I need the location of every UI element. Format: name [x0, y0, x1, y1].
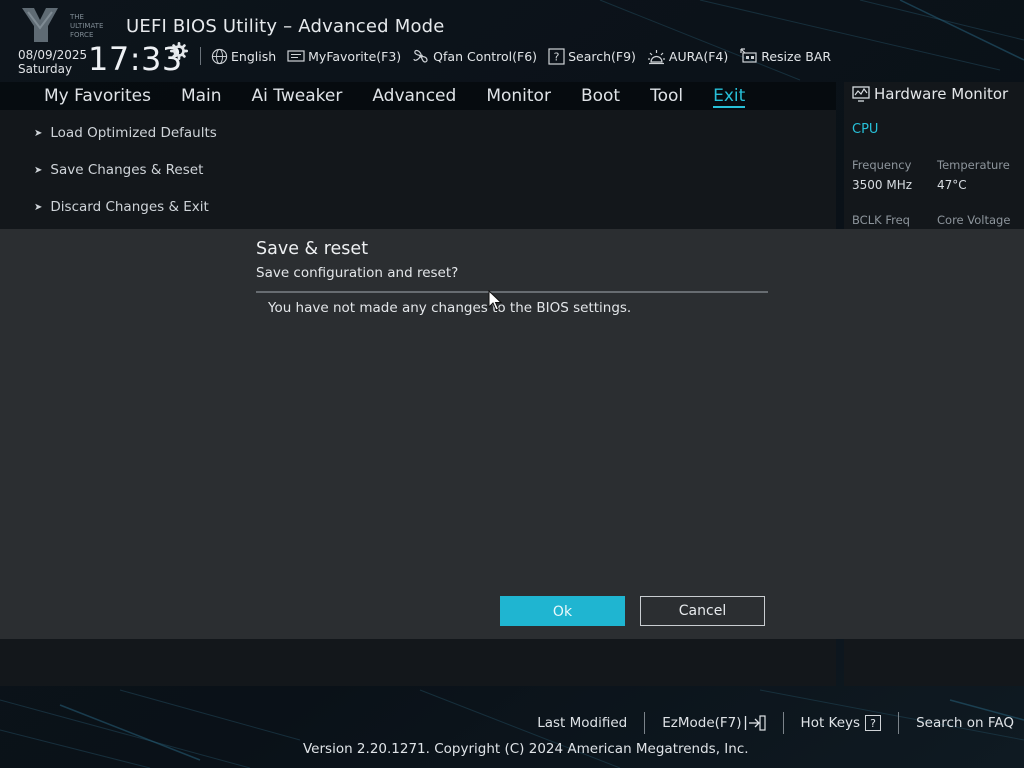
load-optimized-defaults-item[interactable]: ➤ Load Optimized Defaults — [34, 125, 217, 141]
footer-separator — [898, 712, 900, 734]
temperature-value: 47°C — [937, 178, 967, 192]
menu-item-label: Save Changes & Reset — [50, 162, 204, 178]
monitor-icon — [852, 86, 870, 102]
tab-tool[interactable]: Tool — [650, 84, 683, 108]
nav-tabs: My Favorites Main Ai Tweaker Advanced Mo… — [44, 84, 775, 108]
globe-icon — [211, 48, 228, 64]
tab-advanced[interactable]: Advanced — [372, 84, 456, 108]
dialog-message: You have not made any changes to the BIO… — [268, 300, 632, 316]
search-button[interactable]: ? Search(F9) — [548, 47, 636, 65]
tab-exit[interactable]: Exit — [713, 84, 746, 108]
discard-changes-exit-item[interactable]: ➤ Discard Changes & Exit — [34, 199, 209, 215]
tab-ai-tweaker[interactable]: Ai Tweaker — [252, 84, 343, 108]
clock: 17:33 — [88, 40, 183, 78]
ezmode-label: EzMode(F7) — [662, 715, 742, 731]
frequency-value: 3500 MHz — [852, 178, 913, 192]
language-button[interactable]: English — [211, 48, 276, 65]
tab-my-favorites[interactable]: My Favorites — [44, 84, 151, 108]
tuf-logo: THE ULTIMATE FORCE — [22, 8, 103, 42]
hardware-monitor-label: Hardware Monitor — [874, 85, 1009, 103]
qfan-control-label: Qfan Control(F6) — [433, 48, 538, 64]
dialog-subtitle: Save configuration and reset? — [256, 265, 459, 281]
date-display: 08/09/2025 Saturday — [18, 48, 87, 76]
ok-button[interactable]: Ok — [500, 596, 625, 626]
aura-label: AURA(F4) — [668, 48, 729, 64]
footer-separator — [782, 712, 784, 734]
aura-button[interactable]: AURA(F4) — [647, 48, 728, 65]
cpu-section-label: CPU — [852, 122, 879, 137]
svg-text:?: ? — [554, 50, 560, 63]
help-key-icon: ? — [865, 715, 882, 731]
last-modified-button[interactable]: Last Modified — [537, 715, 627, 731]
qfan-control-button[interactable]: Qfan Control(F6) — [412, 47, 537, 65]
frequency-label: Frequency — [852, 158, 912, 172]
dialog-divider — [256, 291, 768, 293]
day-text: Saturday — [18, 62, 73, 76]
copyright-text: Version 2.20.1271. Copyright (C) 2024 Am… — [303, 741, 749, 757]
tab-boot[interactable]: Boot — [581, 84, 620, 108]
footer-separator — [644, 712, 646, 734]
app-title: UEFI BIOS Utility – Advanced Mode — [126, 16, 445, 37]
tab-main[interactable]: Main — [181, 84, 222, 108]
fan-icon — [413, 49, 428, 63]
myfavorite-button[interactable]: MyFavorite(F3) — [287, 49, 401, 64]
footer-links: Last Modified EzMode(F7) Hot Keys ? Sear… — [537, 712, 1014, 734]
gear-icon[interactable] — [170, 42, 188, 60]
chevron-right-icon: ➤ — [34, 127, 43, 139]
dialog-title: Save & reset — [256, 239, 369, 259]
exit-arrow-icon — [744, 715, 766, 731]
hot-keys-label: Hot Keys — [800, 715, 861, 731]
language-label: English — [231, 48, 277, 64]
aura-icon — [647, 49, 665, 64]
chevron-right-icon: ➤ — [34, 164, 43, 176]
tab-monitor[interactable]: Monitor — [486, 84, 551, 108]
logo-text-2: ULTIMATE — [70, 22, 103, 30]
menu-item-label: Load Optimized Defaults — [50, 125, 217, 141]
mouse-cursor-icon — [488, 290, 502, 311]
favorite-icon — [287, 50, 305, 62]
hardware-monitor-title: Hardware Monitor — [852, 85, 1008, 103]
cancel-button[interactable]: Cancel — [640, 596, 765, 626]
date-text: 08/09/2025 — [18, 48, 88, 62]
top-menu: English MyFavorite(F3) Qfan Control(F6) … — [200, 46, 842, 66]
resize-bar-icon — [740, 48, 757, 63]
core-voltage-label: Core Voltage — [937, 213, 1011, 227]
search-on-faq-button[interactable]: Search on FAQ — [916, 715, 1014, 731]
save-changes-reset-item[interactable]: ➤ Save Changes & Reset — [34, 162, 203, 178]
ezmode-button[interactable]: EzMode(F7) — [662, 715, 766, 731]
question-icon: ? — [548, 47, 565, 65]
logo-text-3: FORCE — [70, 31, 93, 39]
logo-text-1: THE — [69, 13, 84, 21]
hot-keys-button[interactable]: Hot Keys ? — [801, 715, 882, 731]
search-label: Search(F9) — [568, 48, 636, 64]
menu-separator — [200, 47, 201, 65]
resize-bar-button[interactable]: Resize BAR — [739, 47, 831, 65]
bclk-freq-label: BCLK Freq — [852, 213, 910, 227]
resize-bar-label: Resize BAR — [761, 48, 832, 64]
menu-item-label: Discard Changes & Exit — [50, 199, 209, 215]
chevron-right-icon: ➤ — [34, 201, 43, 213]
temperature-label: Temperature — [937, 158, 1010, 172]
myfavorite-label: MyFavorite(F3) — [308, 48, 402, 64]
